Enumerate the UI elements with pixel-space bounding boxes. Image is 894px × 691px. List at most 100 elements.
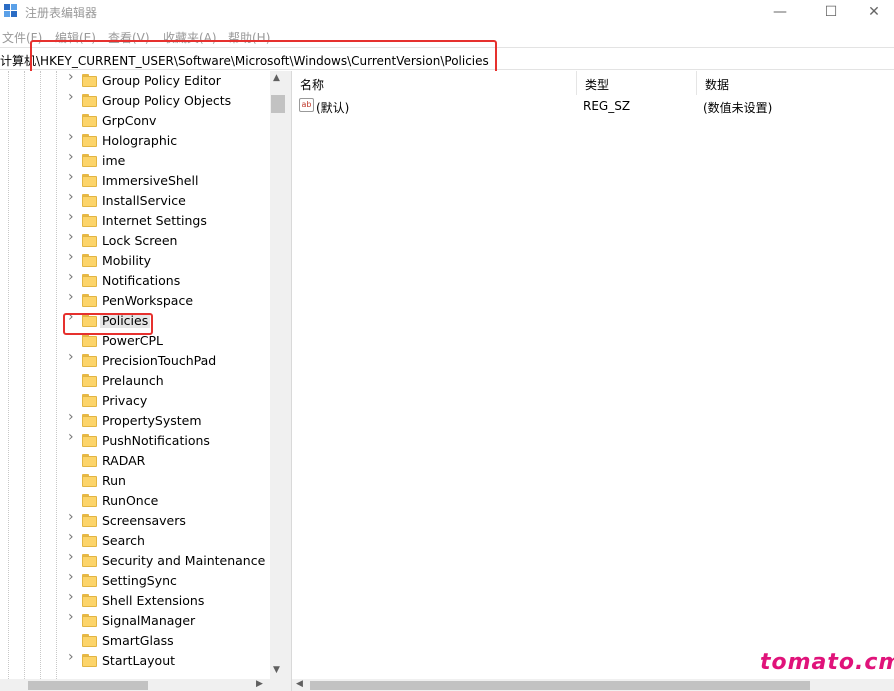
tree-item[interactable]: › PrecisionTouchPad <box>0 350 270 371</box>
tree-item[interactable]: › Notifications <box>0 270 270 291</box>
list-horizontal-scrollbar[interactable]: ◀ <box>292 679 894 691</box>
tree-item[interactable]: › SettingSync <box>0 570 270 591</box>
tree-item[interactable]: › Shell Extensions <box>0 590 270 611</box>
column-header-name[interactable]: 名称 <box>292 71 577 95</box>
tree-item-label: Policies <box>100 313 151 328</box>
tree-item[interactable]: › PushNotifications <box>0 430 270 451</box>
chevron-right-icon[interactable]: › <box>68 170 74 184</box>
chevron-right-icon[interactable]: › <box>68 510 74 524</box>
menu-edit[interactable]: 编辑(E) <box>55 29 96 46</box>
tree-vertical-scrollbar[interactable]: ▲ ▼ <box>270 71 286 679</box>
scroll-right-icon[interactable]: ▶ <box>256 679 263 689</box>
chevron-right-icon[interactable]: › <box>68 650 74 664</box>
chevron-right-icon[interactable]: › <box>68 570 74 584</box>
folder-icon <box>82 74 97 87</box>
tree-item[interactable]: › PropertySystem <box>0 410 270 431</box>
folder-icon <box>82 534 97 547</box>
tree-item-label: Search <box>102 533 145 548</box>
tree-item[interactable]: Prelaunch <box>0 371 270 391</box>
tree-item[interactable]: RunOnce <box>0 491 270 511</box>
close-button[interactable]: ✕ <box>854 0 894 24</box>
chevron-right-icon[interactable]: › <box>68 530 74 544</box>
list-item[interactable]: ab (默认) REG_SZ (数值未设置) <box>292 97 894 117</box>
chevron-right-icon[interactable]: › <box>68 71 74 84</box>
chevron-right-icon[interactable]: › <box>68 310 74 324</box>
tree-item[interactable]: Run <box>0 471 270 491</box>
tree-item[interactable]: › Mobility <box>0 250 270 271</box>
minimize-button[interactable]: — <box>757 0 803 24</box>
tree-item[interactable]: › Policies <box>0 310 270 331</box>
tree-item[interactable]: › ime <box>0 150 270 171</box>
tree-item[interactable]: › Group Policy Objects <box>0 90 270 111</box>
chevron-right-icon[interactable]: › <box>68 610 74 624</box>
tree-item-label: ImmersiveShell <box>102 173 199 188</box>
tree-item[interactable]: Privacy <box>0 391 270 411</box>
tree-item-label: SettingSync <box>102 573 177 588</box>
tree-item[interactable]: › Group Policy Editor <box>0 71 270 91</box>
registry-tree[interactable]: › Group Policy Editor › Group Policy Object… <box>0 71 286 679</box>
chevron-right-icon[interactable]: › <box>68 190 74 204</box>
scroll-up-icon[interactable]: ▲ <box>273 73 280 83</box>
scroll-down-icon[interactable]: ▼ <box>273 665 280 675</box>
chevron-right-icon[interactable]: › <box>68 590 74 604</box>
tree-item-label: Notifications <box>102 273 181 288</box>
menu-file[interactable]: 文件(F) <box>2 29 42 46</box>
column-header-data[interactable]: 数据 <box>697 71 894 95</box>
tree-item[interactable]: › StartLayout <box>0 650 270 671</box>
tree-item[interactable]: › Lock Screen <box>0 230 270 251</box>
chevron-right-icon[interactable]: › <box>68 550 74 564</box>
tree-item[interactable]: › Screensavers <box>0 510 270 531</box>
tree-item-label: ime <box>102 153 126 168</box>
tree-item-label: PenWorkspace <box>102 293 194 308</box>
menu-bar: 文件(F) 编辑(E) 查看(V) 收藏夹(A) 帮助(H) <box>0 27 894 45</box>
column-header-type[interactable]: 类型 <box>577 71 697 95</box>
tree-item-label: Group Policy Objects <box>102 93 232 108</box>
scroll-left-icon[interactable]: ◀ <box>296 679 303 689</box>
tree-item-label: Privacy <box>102 393 148 408</box>
tree-item[interactable]: › PenWorkspace <box>0 290 270 311</box>
values-list[interactable]: 名称 类型 数据 ab (默认) REG_SZ (数值未设置) <box>292 71 894 679</box>
menu-favorites[interactable]: 收藏夹(A) <box>163 29 217 46</box>
address-bar[interactable]: 计算机\HKEY_CURRENT_USER\Software\Microsoft… <box>0 47 894 70</box>
chevron-right-icon[interactable]: › <box>68 130 74 144</box>
chevron-right-icon[interactable]: › <box>68 410 74 424</box>
tree-item-label: SmartGlass <box>102 633 174 648</box>
minimize-icon: — <box>773 4 787 20</box>
folder-icon <box>82 114 97 127</box>
tree-item[interactable]: GrpConv <box>0 111 270 131</box>
chevron-right-icon[interactable]: › <box>68 430 74 444</box>
tree-item[interactable]: › Search <box>0 530 270 551</box>
chevron-right-icon[interactable]: › <box>68 350 74 364</box>
maximize-button[interactable]: ☐ <box>808 0 854 24</box>
menu-view[interactable]: 查看(V) <box>108 29 150 46</box>
tree-item[interactable]: › SignalManager <box>0 610 270 631</box>
maximize-icon: ☐ <box>824 4 838 20</box>
chevron-right-icon[interactable]: › <box>68 210 74 224</box>
tree-horizontal-scrollbar[interactable]: ▶ <box>0 679 270 691</box>
tree-item[interactable]: › ImmersiveShell <box>0 170 270 191</box>
folder-icon <box>82 314 97 327</box>
chevron-right-icon[interactable]: › <box>68 150 74 164</box>
string-value-icon: ab <box>299 98 314 112</box>
tree-item[interactable]: PowerCPL <box>0 331 270 351</box>
tree-item[interactable]: › Security and Maintenance <box>0 550 270 571</box>
chevron-right-icon[interactable]: › <box>68 90 74 104</box>
chevron-right-icon[interactable]: › <box>68 270 74 284</box>
chevron-right-icon[interactable]: › <box>68 250 74 264</box>
folder-icon <box>82 414 97 427</box>
tree-item-label: Internet Settings <box>102 213 207 228</box>
address-path[interactable]: 计算机\HKEY_CURRENT_USER\Software\Microsoft… <box>0 52 489 69</box>
scroll-thumb[interactable] <box>310 681 810 690</box>
scroll-thumb[interactable] <box>28 681 148 690</box>
tree-item[interactable]: RADAR <box>0 451 270 471</box>
tree-item[interactable]: › InstallService <box>0 190 270 211</box>
tree-item[interactable]: › Holographic <box>0 130 270 151</box>
menu-help[interactable]: 帮助(H) <box>228 29 270 46</box>
folder-icon <box>82 654 97 667</box>
tree-item[interactable]: › Internet Settings <box>0 210 270 231</box>
tree-item[interactable]: SmartGlass <box>0 631 270 651</box>
close-icon: ✕ <box>868 4 880 20</box>
scroll-thumb[interactable] <box>271 95 285 113</box>
chevron-right-icon[interactable]: › <box>68 290 74 304</box>
chevron-right-icon[interactable]: › <box>68 230 74 244</box>
